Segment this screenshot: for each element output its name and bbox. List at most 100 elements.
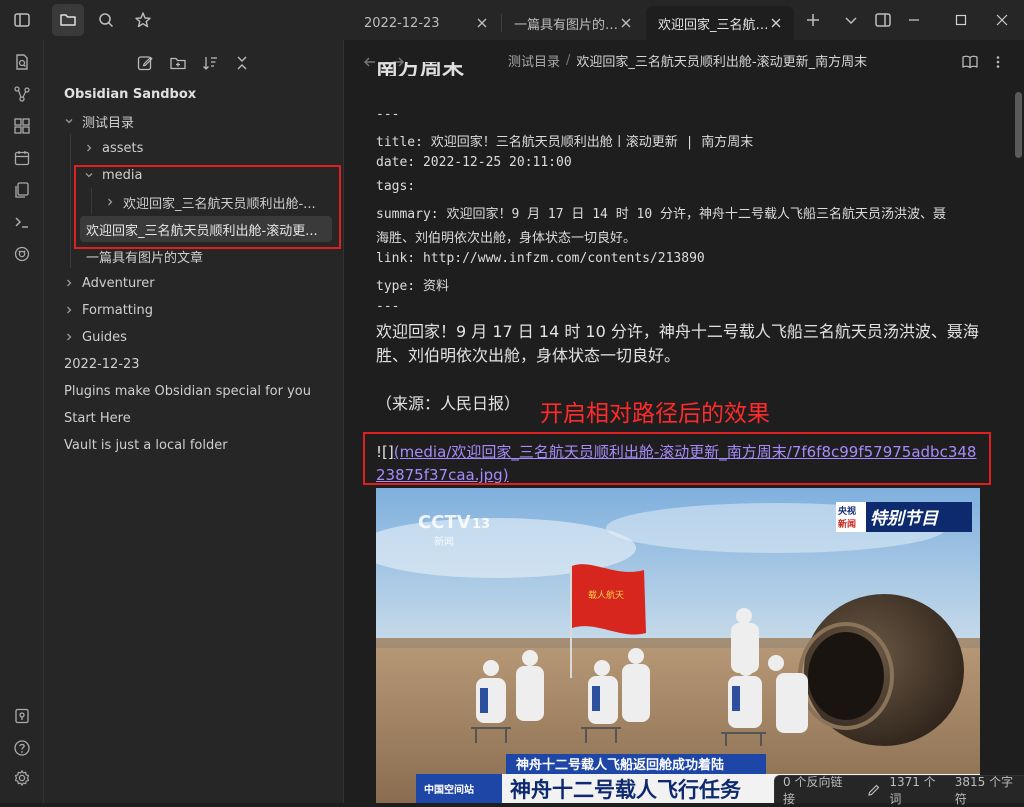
close-icon[interactable] xyxy=(986,4,1018,36)
image-path-link[interactable]: (media/欢迎回家_三名航天员顺利出舱-滚动更新_南方周末/7f6f8c99… xyxy=(394,443,977,461)
tab-2022-12-23[interactable]: 2022-12-23 xyxy=(352,6,500,40)
badge-small-bottom: 新闻 xyxy=(838,518,856,530)
paragraph: 欢迎回家！9 月 17 日 14 时 10 分许，神舟十二号载人飞船三名航天员汤… xyxy=(376,320,979,368)
new-note-icon[interactable] xyxy=(132,50,158,76)
station-logo: 中国空间站 xyxy=(424,783,474,796)
cctv-sub: 新闻 xyxy=(434,535,454,548)
caption-top: 神舟十二号载人飞船返回舱成功着陆 xyxy=(516,757,724,773)
cctv-channel-number: 13 xyxy=(472,517,490,532)
tree-label: Vault is just a local folder xyxy=(64,437,228,453)
char-count: 3815 个字符 xyxy=(954,774,1014,806)
folder-icon[interactable] xyxy=(52,4,84,36)
editor-scrollbar[interactable] xyxy=(1015,92,1022,158)
sort-icon[interactable] xyxy=(197,50,223,76)
vault-name[interactable]: Obsidian Sandbox xyxy=(64,81,196,107)
frontmatter-line: 海胜、刘伯明依次出舱，身体状态一切良好。 xyxy=(376,231,637,246)
tree-folder-formatting[interactable]: Formatting xyxy=(62,297,153,323)
close-icon[interactable] xyxy=(768,15,784,31)
graph-view-icon[interactable] xyxy=(8,80,36,108)
plugin-icon[interactable] xyxy=(8,240,36,268)
tab-article-with-images[interactable]: 一篇具有图片的… xyxy=(502,6,644,40)
chevron-right-icon xyxy=(62,276,76,290)
frontmatter-line: title: 欢迎回家！三名航天员顺利出舱丨滚动更新 | 南方周末 xyxy=(376,135,754,150)
media-folder-highlight xyxy=(74,165,341,249)
tree-label: Plugins make Obsidian special for you xyxy=(64,383,311,399)
reading-mode-icon[interactable] xyxy=(958,50,982,74)
backlinks-count[interactable]: 0 个反向链接 xyxy=(783,773,853,807)
tree-label: Adventurer xyxy=(82,275,155,291)
tree-folder-adventurer[interactable]: Adventurer xyxy=(62,270,155,296)
close-icon[interactable] xyxy=(474,15,490,31)
command-palette-icon[interactable] xyxy=(8,208,36,236)
collapse-all-icon[interactable] xyxy=(229,50,255,76)
word-count: 1371 个词 xyxy=(889,774,936,806)
caption-bottom: 神舟十二号载人飞行任务 xyxy=(510,778,742,802)
tree-folder-test-dir[interactable]: 测试目录 xyxy=(62,108,134,134)
frontmatter-line: --- xyxy=(376,299,400,314)
frontmatter-line: summary: 欢迎回家！9 月 17 日 14 时 10 分许，神舟十二号载… xyxy=(376,207,947,222)
star-icon[interactable] xyxy=(127,4,159,36)
paragraph-line: 胜、刘伯明依次出舱，身体状态一切良好。 xyxy=(376,346,681,365)
flag-text: 载人航天 xyxy=(588,589,624,601)
frontmatter-line: type: 资料 xyxy=(376,279,449,294)
editor-pane: 测试目录 / 欢迎回家_三名航天员顺利出舱-滚动更新_南方周末 南方周末 ---… xyxy=(344,40,1024,803)
daily-note-icon[interactable] xyxy=(8,144,36,172)
plus-icon[interactable] xyxy=(797,4,829,36)
tree-label: 2022-12-23 xyxy=(64,356,140,372)
templates-icon[interactable] xyxy=(8,176,36,204)
annotation-text: 开启相对路径后的效果 xyxy=(540,401,770,427)
canvas-icon[interactable] xyxy=(8,112,36,140)
chevron-right-icon xyxy=(62,330,76,344)
help-icon[interactable] xyxy=(8,734,36,762)
heading-clip: 南方周末 xyxy=(376,62,936,76)
tree-folder-assets[interactable]: assets xyxy=(82,135,143,161)
more-options-icon[interactable] xyxy=(986,50,1010,74)
image-path-link-cont[interactable]: 23875f37caa.jpg) xyxy=(376,464,986,487)
tab-welcome-home[interactable]: 欢迎回家_三名航… xyxy=(646,6,794,40)
image-link: ![](media/欢迎回家_三名航天员顺利出舱-滚动更新_南方周末/7f6f8… xyxy=(376,441,986,487)
frontmatter-line: link: http://www.infzm.com/contents/2138… xyxy=(376,251,705,266)
tree-file-2022-12-23[interactable]: 2022-12-23 xyxy=(64,351,140,377)
minimize-icon[interactable] xyxy=(898,4,930,36)
tree-label: Formatting xyxy=(82,302,154,318)
quick-switcher-icon[interactable] xyxy=(8,48,36,76)
tree-label: assets xyxy=(102,140,144,156)
frontmatter-line: tags: xyxy=(376,179,416,194)
chevron-right-icon xyxy=(62,303,76,317)
file-explorer: Obsidian Sandbox 测试目录 assets media 欢迎回家_… xyxy=(44,40,344,803)
note-heading: 南方周末 xyxy=(376,62,465,76)
tree-label: 一篇具有图片的文章 xyxy=(86,250,204,266)
paragraph-line: 欢迎回家！9 月 17 日 14 时 10 分许，神舟十二号载人飞船三名航天员汤… xyxy=(376,322,979,341)
status-bar: 0 个反向链接 1371 个词 3815 个字符 xyxy=(774,775,1024,806)
tab-label: 一篇具有图片的… xyxy=(514,17,618,33)
chevron-down-icon xyxy=(62,114,76,128)
search-icon[interactable] xyxy=(90,4,122,36)
embedded-image[interactable]: 载人航天 CCTV 13 新闻 央视 新闻 特别节目 神舟十二号载人飞船返回舱成… xyxy=(376,488,980,803)
close-icon[interactable] xyxy=(618,15,634,31)
tree-label: Start Here xyxy=(64,410,131,426)
maximize-icon[interactable] xyxy=(945,4,977,36)
chevron-down-icon[interactable] xyxy=(835,4,867,36)
sidebar-right-icon[interactable] xyxy=(867,4,899,36)
pencil-icon[interactable] xyxy=(867,783,881,797)
vault-switcher-icon[interactable] xyxy=(8,702,36,730)
image-embed-prefix: ![] xyxy=(376,443,394,461)
tree-label: Guides xyxy=(82,329,127,345)
badge-small-top: 央视 xyxy=(838,505,856,517)
tree-file-plugins[interactable]: Plugins make Obsidian special for you xyxy=(64,378,311,404)
tab-label: 欢迎回家_三名航… xyxy=(658,17,768,33)
chevron-right-icon xyxy=(82,141,96,155)
tree-folder-guides[interactable]: Guides xyxy=(62,324,127,350)
cctv-logo: CCTV xyxy=(418,512,471,533)
frontmatter-line: --- xyxy=(376,107,400,122)
tree-file-start-here[interactable]: Start Here xyxy=(64,405,131,431)
sidebar-toggle-icon[interactable] xyxy=(6,4,38,36)
settings-icon[interactable] xyxy=(8,764,36,792)
frontmatter-line: date: 2022-12-25 20:11:00 xyxy=(376,155,572,170)
ribbon xyxy=(0,40,44,803)
tree-label: 测试目录 xyxy=(82,115,135,131)
badge-text: 特别节目 xyxy=(870,509,939,529)
tab-label: 2022-12-23 xyxy=(364,15,440,31)
new-folder-icon[interactable] xyxy=(165,50,191,76)
tree-file-vault-local-folder[interactable]: Vault is just a local folder xyxy=(64,432,228,458)
